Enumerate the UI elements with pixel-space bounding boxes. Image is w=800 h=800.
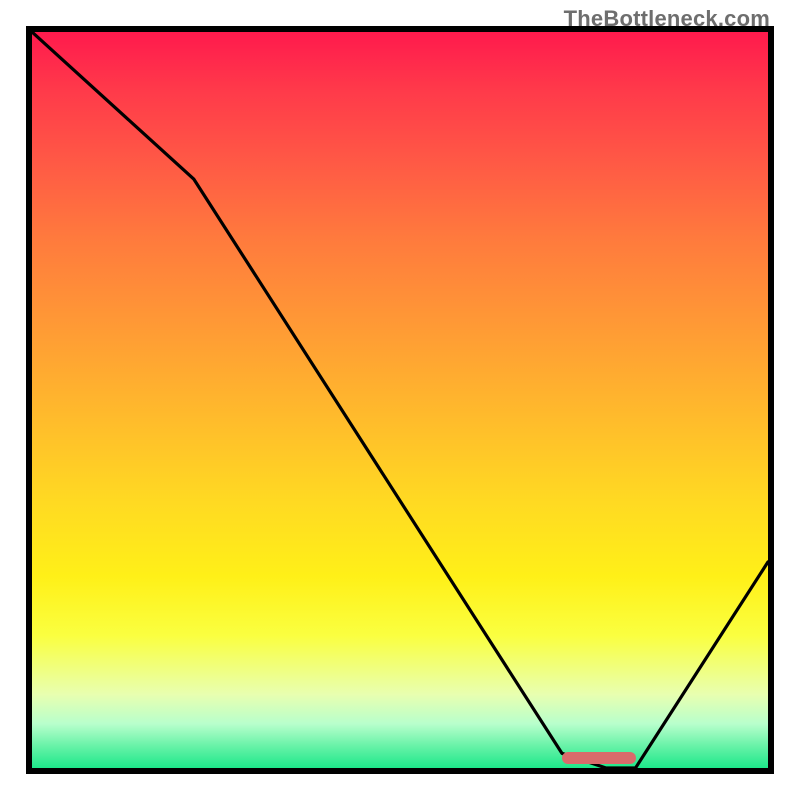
plot-gradient-background bbox=[32, 32, 768, 768]
watermark-text: TheBottleneck.com bbox=[564, 6, 770, 32]
frame-border-right bbox=[768, 26, 774, 774]
optimal-range-marker bbox=[562, 752, 636, 764]
frame-border-left bbox=[26, 26, 32, 774]
chart-frame: TheBottleneck.com bbox=[0, 0, 800, 800]
frame-border-bottom bbox=[29, 768, 771, 774]
